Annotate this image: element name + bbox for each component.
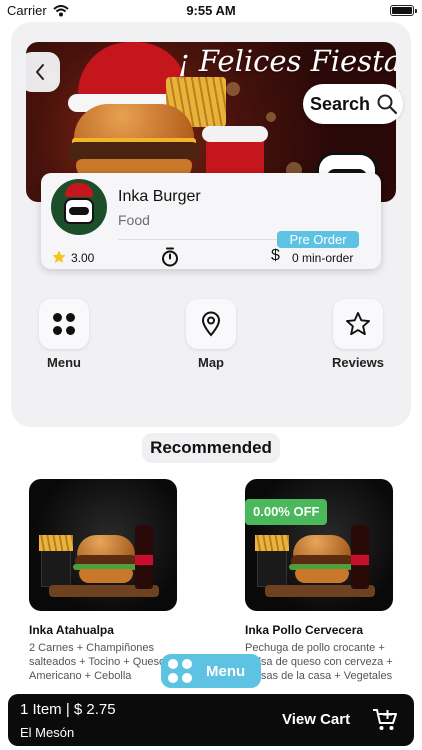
min-order-value: 0 min-order: [292, 251, 354, 265]
floating-menu-label: Menu: [206, 662, 246, 680]
restaurant-category: Food: [118, 212, 150, 228]
dollar-icon: $: [271, 247, 280, 264]
status-bar: Carrier 9:55 AM: [0, 0, 422, 22]
grid-icon: [53, 313, 75, 335]
search-button[interactable]: Search: [303, 84, 403, 124]
restaurant-info-card: Inka Burger Food Pre Order 3.00 $ 0 min-…: [41, 173, 381, 269]
product-name: Inka Atahualpa: [29, 623, 114, 637]
map-pin-icon: [201, 311, 221, 337]
product-image: 0.00% OFF: [245, 479, 393, 611]
recommended-heading: Recommended: [142, 433, 280, 463]
menu-action[interactable]: Menu: [24, 299, 104, 370]
cart-restaurant: El Mesón: [20, 725, 75, 740]
search-icon: [377, 94, 398, 115]
product-description: Pechuga de pollo crocante + Salsa de que…: [245, 642, 393, 682]
view-cart-button[interactable]: View Cart: [282, 711, 350, 728]
reviews-action-label: Reviews: [331, 355, 385, 370]
star-filled-icon: [52, 250, 66, 263]
battery-icon: [390, 5, 417, 16]
product-description: 2 Carnes + Champiñones salteados + Tocin…: [29, 642, 166, 682]
rating-value: 3.00: [71, 251, 95, 265]
clock: 9:55 AM: [186, 3, 236, 18]
product-image: [29, 479, 177, 611]
timer-icon: [162, 247, 178, 267]
reviews-action[interactable]: Reviews: [318, 299, 398, 370]
map-action[interactable]: Map: [171, 299, 251, 370]
product-card[interactable]: Inka Atahualpa 2 Carnes + Champiñones sa…: [29, 479, 179, 683]
search-label: Search: [310, 93, 371, 114]
restaurant-logo: [51, 179, 107, 235]
star-outline-icon: [345, 311, 371, 336]
floating-menu-button[interactable]: Menu: [161, 654, 261, 688]
pre-order-badge[interactable]: Pre Order: [277, 231, 359, 248]
discount-badge: 0.00% OFF: [245, 499, 327, 525]
back-button[interactable]: [20, 52, 60, 92]
view-cart-bar[interactable]: 1 Item | $ 2.75 El Mesón View Cart: [8, 694, 414, 746]
product-card[interactable]: 0.00% OFF Inka Pollo Cervecera Pechuga d…: [245, 479, 395, 683]
map-action-label: Map: [198, 355, 224, 370]
restaurant-name: Inka Burger: [118, 188, 201, 205]
menu-action-label: Menu: [47, 355, 81, 370]
banner-title: ¡ Felices Fiestas !: [178, 44, 396, 78]
cart-summary: 1 Item | $ 2.75: [20, 701, 116, 718]
chevron-left-icon: [36, 64, 44, 80]
cart-add-icon: [373, 709, 397, 730]
grid-icon: [168, 659, 192, 683]
product-name: Inka Pollo Cervecera: [245, 623, 364, 637]
